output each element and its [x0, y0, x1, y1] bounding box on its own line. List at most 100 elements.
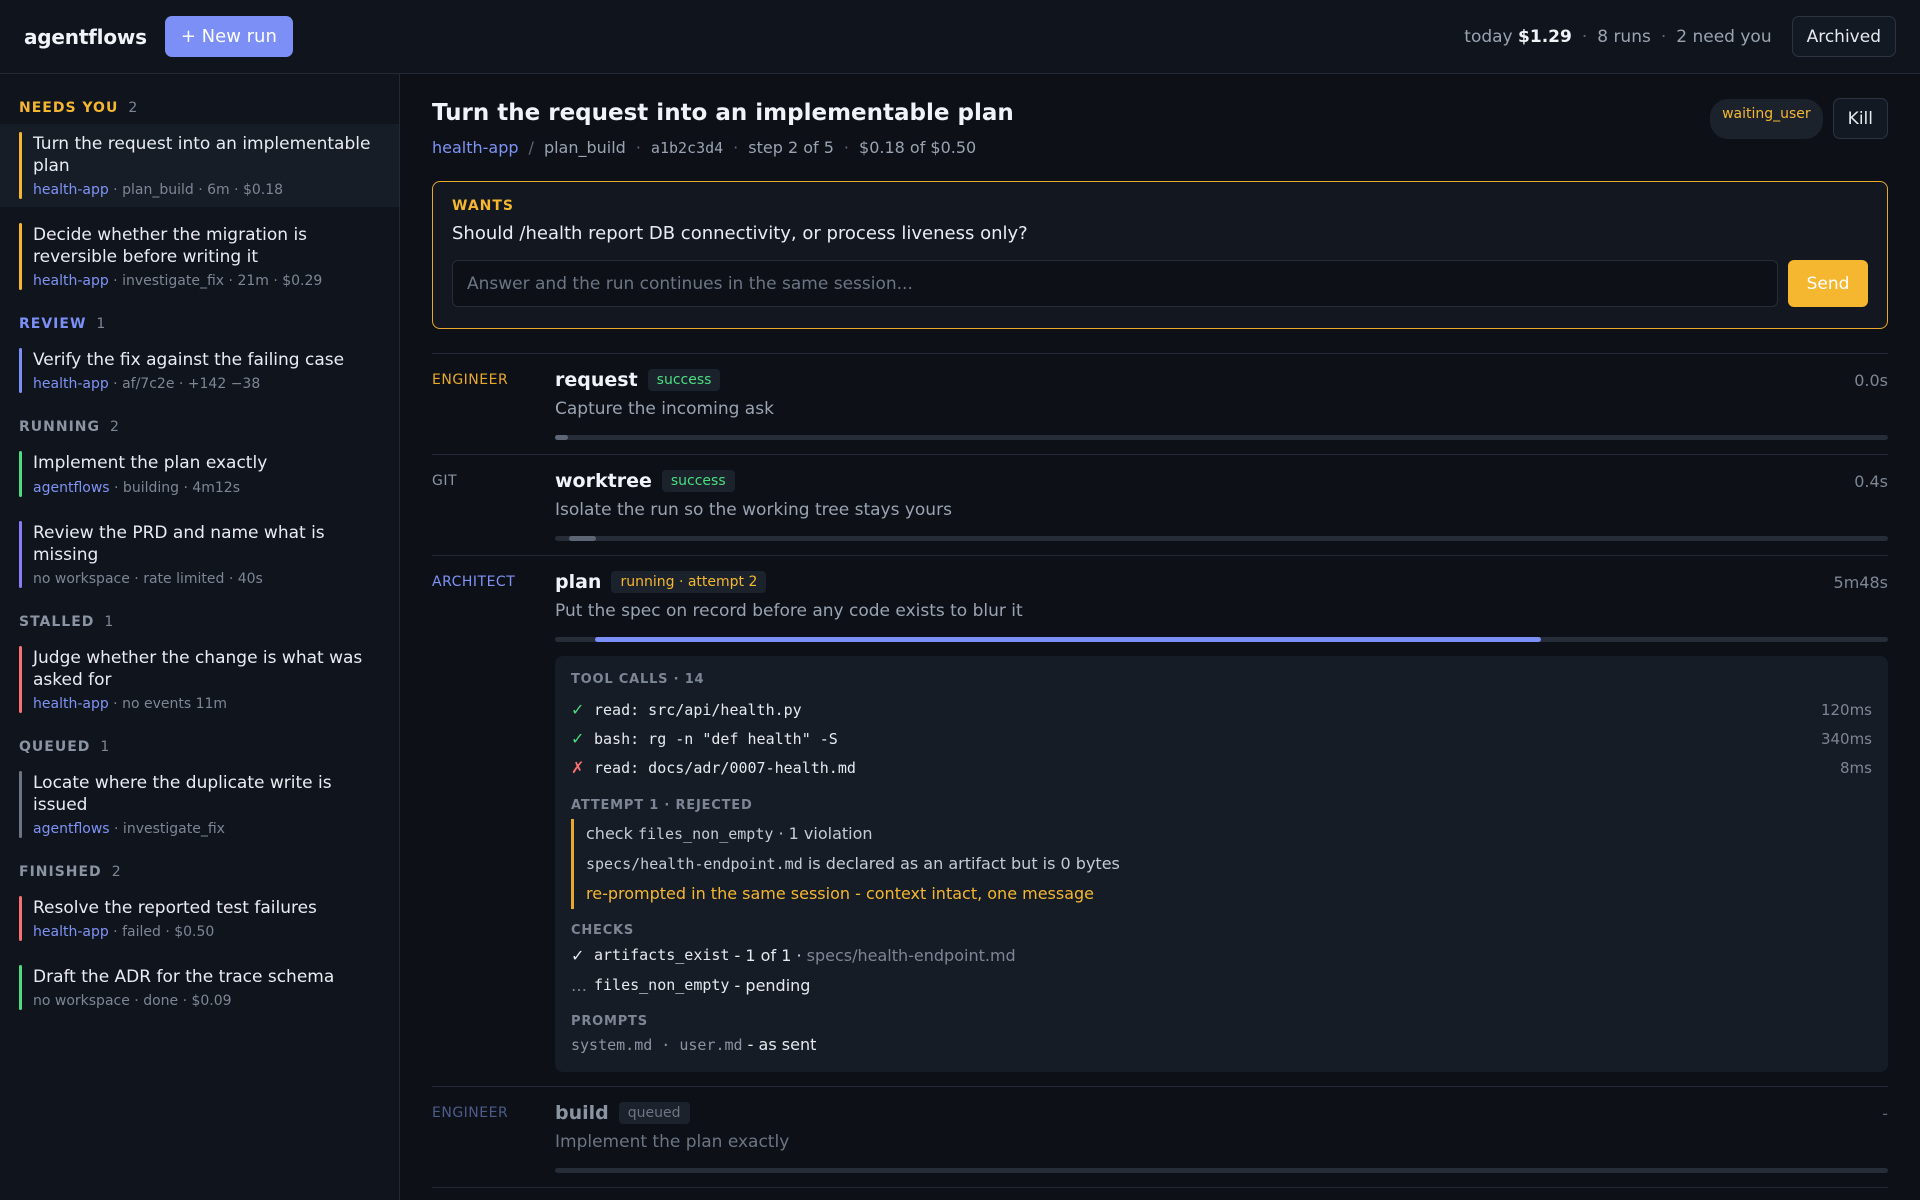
breadcrumb-workspace[interactable]: health-app	[432, 138, 519, 157]
check-icon: ✓	[571, 700, 585, 719]
check-icon: ✓	[571, 945, 585, 965]
sidebar-run-meta: no workspace · done · $0.09	[33, 993, 380, 1009]
prompts-line[interactable]: system.md · user.md - as sent	[571, 1035, 1872, 1054]
sidebar-run-item[interactable]: Implement the plan exactly agentflows · b…	[0, 443, 399, 504]
check-item: ✓ artifacts_exist - 1 of 1 · specs/healt…	[571, 940, 1872, 970]
tool-call[interactable]: ✓ read: src/api/health.py 120ms	[571, 695, 1872, 724]
sidebar-group-heading: REVIEW 1	[0, 306, 399, 340]
rejection-check: check files_non_empty · 1 violation	[586, 819, 1872, 849]
sidebar-group-label: REVIEW	[19, 316, 87, 333]
sidebar-group-count: 2	[110, 419, 119, 436]
pending-icon: …	[571, 975, 587, 995]
top-stats: today $1.29 · 8 runs · 2 need you Archiv…	[1464, 16, 1896, 57]
step-status-badge: success	[647, 369, 721, 391]
sidebar-group-label: NEEDS YOU	[19, 100, 119, 116]
sidebar-group-count: 2	[128, 100, 138, 116]
wants-label: WANTS	[452, 198, 514, 214]
sidebar-run-meta: no workspace · rate limited · 40s	[33, 571, 380, 587]
check-code: artifacts_exist	[594, 946, 730, 964]
sidebar-group-heading: FINISHED 2	[0, 854, 399, 888]
archived-button[interactable]: Archived	[1791, 16, 1896, 57]
sidebar-run-item[interactable]: Judge whether the change is what was ask…	[0, 638, 399, 721]
sidebar-run-item[interactable]: Decide whether the migration is reversib…	[0, 215, 399, 298]
step-duration: 0.4s	[1854, 471, 1888, 491]
answer-input[interactable]	[452, 260, 1778, 307]
sidebar-group-heading: RUNNING 2	[0, 409, 399, 443]
separator: ·	[843, 138, 850, 157]
runs-count: 8 runs	[1597, 26, 1651, 47]
sidebar-run-item[interactable]: Review the PRD and name what is missing n…	[0, 513, 399, 596]
status-indicator	[19, 770, 22, 839]
step-row[interactable]: ENGINEER request success 0.0s Capture th…	[432, 354, 1888, 455]
reprompt-note: re-prompted in the same session - contex…	[586, 884, 1095, 903]
sidebar-run-workspace: health-app	[33, 695, 109, 712]
sidebar-run-details: · investigate_fix	[109, 821, 225, 838]
prompt-files[interactable]: system.md · user.md	[571, 1036, 743, 1054]
sidebar-group-count: 1	[104, 613, 114, 630]
tool-call-text: bash: rg -n "def health" -S	[594, 729, 838, 748]
check-item: … files_non_empty - pending	[571, 970, 1872, 1000]
step-row[interactable]: GIT worktree success 0.4s Isolate the ru…	[432, 455, 1888, 556]
step-duration: -	[1882, 1103, 1888, 1123]
step-list: ENGINEER request success 0.0s Capture th…	[432, 353, 1888, 1188]
sidebar-run-item[interactable]: Verify the fix against the failing case h…	[0, 340, 399, 401]
app-brand[interactable]: agentflows	[24, 25, 147, 49]
sidebar-run-details: · plan_build · 6m · $0.18	[108, 182, 284, 199]
run-title: Turn the request into an implementable p…	[432, 100, 1014, 126]
sidebar-group-heading: QUEUED 1	[0, 729, 399, 763]
sidebar-run-workspace: health-app	[33, 182, 109, 199]
status-indicator	[19, 348, 22, 394]
sidebar-group-label: STALLED	[19, 613, 95, 630]
status-indicator	[19, 132, 22, 200]
need-you-count: 2 need you	[1676, 26, 1772, 47]
new-run-button[interactable]: + New run	[164, 16, 293, 57]
status-indicator	[19, 451, 22, 497]
sidebar-run-title: Turn the request into an implementable p…	[33, 134, 371, 177]
step-progress-track	[555, 1168, 1888, 1173]
tool-call-text: read: src/api/health.py	[594, 700, 802, 719]
sidebar-run-item[interactable]: Draft the ADR for the trace schema no wor…	[0, 957, 399, 1018]
today-cost: today $1.29	[1464, 27, 1572, 47]
sidebar-run-item[interactable]: Resolve the reported test failures health…	[0, 888, 399, 949]
check-text: - 1 of 1 ·	[729, 945, 807, 965]
step-description: Isolate the run so the working tree stay…	[555, 500, 952, 520]
step-description: Implement the plan exactly	[555, 1132, 790, 1152]
sidebar-run-item[interactable]: Locate where the duplicate write is issu…	[0, 763, 399, 846]
tool-call-duration: 8ms	[1840, 758, 1872, 777]
tool-call[interactable]: ✗ read: docs/adr/0007-health.md 8ms	[571, 753, 1872, 782]
sidebar-run-workspace: agentflows	[33, 479, 110, 496]
step-description: Capture the incoming ask	[555, 399, 774, 419]
kill-button[interactable]: Kill	[1832, 98, 1888, 139]
sidebar-run-title: Draft the ADR for the trace schema	[33, 967, 335, 988]
step-row[interactable]: ENGINEER build queued - Implement the pl…	[432, 1087, 1888, 1188]
sidebar-run-title: Judge whether the change is what was ask…	[33, 647, 363, 690]
send-button[interactable]: Send	[1788, 260, 1868, 307]
separator: ·	[1581, 26, 1588, 47]
status-indicator	[19, 896, 22, 942]
step-duration: 5m48s	[1833, 572, 1888, 592]
sidebar-run-item[interactable]: Turn the request into an implementable p…	[0, 124, 399, 208]
sidebar-run-workspace: health-app	[33, 924, 109, 941]
step-progress-fill	[555, 435, 569, 440]
status-indicator	[19, 645, 22, 713]
step-name: build	[555, 1102, 609, 1124]
sidebar-run-meta: health-app · investigate_fix · 21m · $0.…	[33, 273, 380, 289]
top-bar: agentflows + New run today $1.29 · 8 run…	[0, 0, 1920, 74]
tool-call[interactable]: ✓ bash: rg -n "def health" -S 340ms	[571, 724, 1872, 753]
step-progress: step 2 of 5	[748, 138, 834, 157]
commit-hash: a1b2c3d4	[650, 138, 724, 157]
status-indicator	[19, 520, 22, 588]
step-row[interactable]: ARCHITECT plan running · attempt 2 5m48s…	[432, 556, 1888, 1087]
check-code: files_non_empty	[594, 976, 730, 994]
step-name: plan	[555, 571, 602, 593]
today-cost-value: $1.29	[1518, 26, 1572, 47]
sidebar-group-label: RUNNING	[19, 419, 100, 436]
sidebar-run-workspace: health-app	[33, 273, 109, 290]
step-role: ENGINEER	[432, 372, 509, 388]
rejection-violation: specs/health-endpoint.md is declared as …	[586, 849, 1872, 879]
check-path: specs/health-endpoint.md	[806, 945, 1016, 965]
tool-call-duration: 340ms	[1820, 729, 1872, 748]
wants-question: Should /health report DB connectivity, o…	[452, 223, 1028, 244]
sidebar-group-count: 1	[96, 316, 106, 333]
today-label: today	[1464, 26, 1513, 47]
